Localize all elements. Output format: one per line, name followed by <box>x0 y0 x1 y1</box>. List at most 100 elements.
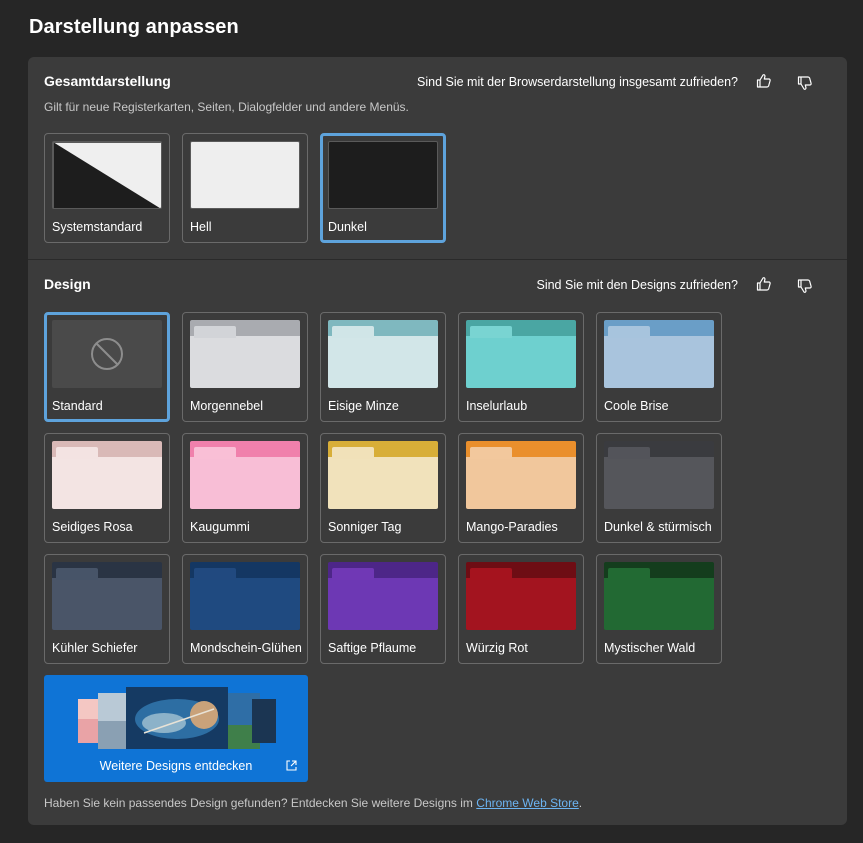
theme-label: Coole Brise <box>604 399 669 413</box>
theme-collage-image <box>78 687 276 749</box>
folder-tab <box>470 568 512 580</box>
theme-tile[interactable]: Morgennebel <box>182 312 308 422</box>
theme-label: Mango-Paradies <box>466 520 558 534</box>
theme-tile[interactable]: Saftige Pflaume <box>320 554 446 664</box>
theme-tile[interactable]: Kaugummi <box>182 433 308 543</box>
design-title: Design <box>44 276 91 292</box>
theme-preview <box>604 441 714 509</box>
theme-tile[interactable]: Eisige Minze <box>320 312 446 422</box>
page-title: Darstellung anpassen <box>29 16 239 38</box>
folder-tab <box>332 326 374 338</box>
folder-tab <box>194 447 236 459</box>
theme-tile[interactable]: Mystischer Wald <box>596 554 722 664</box>
folder-body <box>328 578 438 630</box>
folder-body <box>604 457 714 509</box>
folder-body <box>328 336 438 388</box>
mode-option-light[interactable]: Hell <box>182 133 308 243</box>
theme-preview <box>328 320 438 388</box>
theme-preview <box>466 562 576 630</box>
folder-body <box>466 578 576 630</box>
light-mode-preview <box>190 141 300 209</box>
folder-body <box>190 336 300 388</box>
folder-body <box>604 578 714 630</box>
theme-tile[interactable]: Seidiges Rosa <box>44 433 170 543</box>
theme-label: Standard <box>52 399 103 413</box>
folder-tab <box>332 568 374 580</box>
theme-tile-standard[interactable]: Standard <box>44 312 170 422</box>
folder-tab <box>470 326 512 338</box>
appearance-card: Gesamtdarstellung Gilt für neue Register… <box>28 57 847 825</box>
system-mode-preview <box>52 141 162 209</box>
theme-tile[interactable]: Kühler Schiefer <box>44 554 170 664</box>
folder-tab <box>608 326 650 338</box>
theme-preview <box>52 562 162 630</box>
theme-label: Seidiges Rosa <box>52 520 133 534</box>
more-designs-label: Weitere Designs entdecken <box>99 759 253 773</box>
theme-tile[interactable]: Coole Brise <box>596 312 722 422</box>
folder-body <box>466 457 576 509</box>
theme-preview <box>52 441 162 509</box>
theme-preview <box>466 320 576 388</box>
folder-body <box>328 457 438 509</box>
folder-body <box>52 457 162 509</box>
theme-label: Morgennebel <box>190 399 263 413</box>
theme-label: Saftige Pflaume <box>328 641 417 655</box>
theme-label: Sonniger Tag <box>328 520 402 534</box>
footer-text: Haben Sie kein passendes Design gefunden… <box>44 796 473 810</box>
overall-title: Gesamtdarstellung <box>44 73 171 89</box>
footer-note: Haben Sie kein passendes Design gefunden… <box>44 796 582 810</box>
folder-tab <box>332 447 374 459</box>
theme-label: Kühler Schiefer <box>52 641 138 655</box>
thumbs-up-icon[interactable] <box>755 72 773 90</box>
footer-suffix: . <box>578 796 583 810</box>
theme-tile[interactable]: Würzig Rot <box>458 554 584 664</box>
theme-label: Würzig Rot <box>466 641 528 655</box>
overall-feedback-question: Sind Sie mit der Browserdarstellung insg… <box>417 75 738 89</box>
thumbs-up-icon[interactable] <box>755 275 773 293</box>
theme-label: Kaugummi <box>190 520 250 534</box>
theme-label: Eisige Minze <box>328 399 399 413</box>
theme-preview <box>328 562 438 630</box>
folder-tab <box>56 568 98 580</box>
chrome-web-store-link[interactable]: Chrome Web Store <box>476 796 579 810</box>
theme-label: Dunkel & stürmisch <box>604 520 712 534</box>
external-link-icon <box>286 760 297 771</box>
theme-preview <box>190 320 300 388</box>
theme-preview <box>190 441 300 509</box>
standard-preview <box>52 320 162 388</box>
theme-tile[interactable]: Mondschein-Glühen <box>182 554 308 664</box>
folder-tab <box>608 568 650 580</box>
theme-label: Mystischer Wald <box>604 641 696 655</box>
theme-tile[interactable]: Mango-Paradies <box>458 433 584 543</box>
theme-preview <box>604 562 714 630</box>
folder-tab <box>194 568 236 580</box>
folder-tab <box>608 447 650 459</box>
section-divider <box>28 259 847 260</box>
folder-tab <box>194 326 236 338</box>
mode-option-system[interactable]: Systemstandard <box>44 133 170 243</box>
design-feedback-question: Sind Sie mit den Designs zufrieden? <box>536 278 738 292</box>
mode-label: Hell <box>190 220 212 234</box>
dark-mode-preview <box>328 141 438 209</box>
theme-preview <box>328 441 438 509</box>
theme-tile[interactable]: Inselurlaub <box>458 312 584 422</box>
folder-tab <box>56 447 98 459</box>
folder-body <box>466 336 576 388</box>
theme-preview <box>604 320 714 388</box>
theme-tile[interactable]: Dunkel & stürmisch <box>596 433 722 543</box>
thumbs-down-icon[interactable] <box>796 277 814 295</box>
no-theme-icon <box>91 338 123 370</box>
folder-body <box>52 578 162 630</box>
theme-label: Inselurlaub <box>466 399 528 413</box>
theme-tile[interactable]: Sonniger Tag <box>320 433 446 543</box>
theme-label: Mondschein-Glühen <box>190 641 302 655</box>
thumbs-down-icon[interactable] <box>796 74 814 92</box>
mode-label: Systemstandard <box>52 220 143 234</box>
overall-subtitle: Gilt für neue Registerkarten, Seiten, Di… <box>44 100 409 114</box>
folder-body <box>190 578 300 630</box>
folder-body <box>190 457 300 509</box>
mode-option-dark[interactable]: Dunkel <box>320 133 446 243</box>
folder-tab <box>470 447 512 459</box>
theme-preview <box>466 441 576 509</box>
more-designs-button[interactable]: Weitere Designs entdecken <box>44 675 308 782</box>
